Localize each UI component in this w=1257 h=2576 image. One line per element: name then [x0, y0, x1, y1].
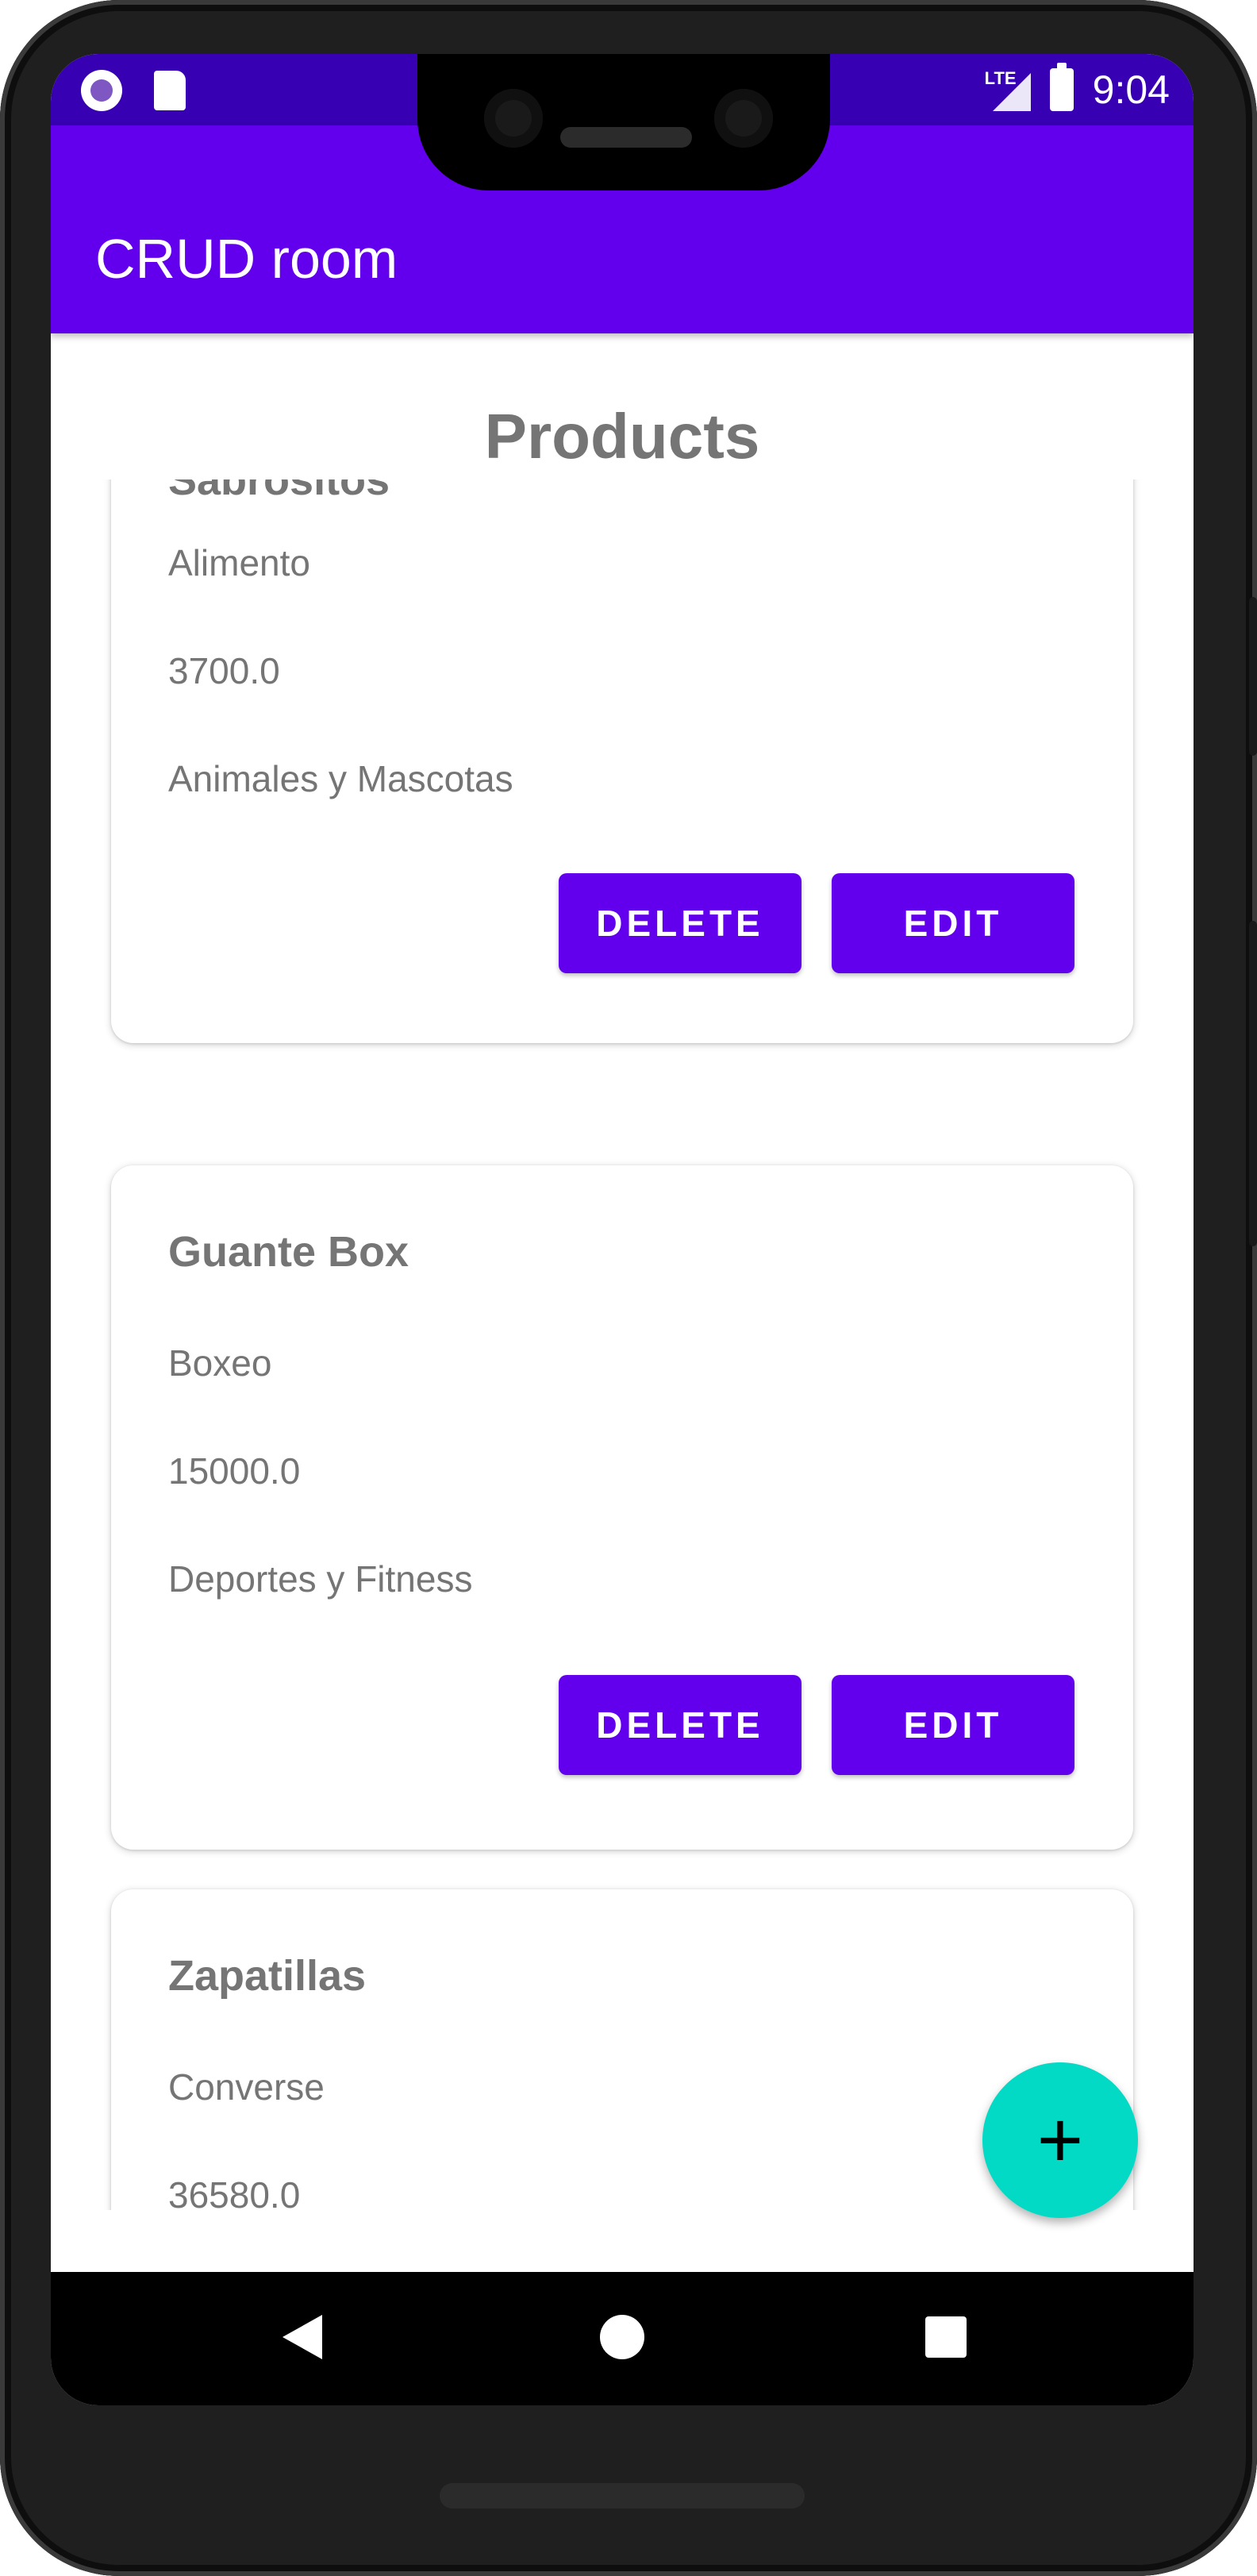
recent-square-icon[interactable] — [925, 2316, 967, 2358]
product-price: 3700.0 — [168, 650, 280, 691]
signal-icon: LTE — [985, 68, 1031, 111]
product-card: Zapatillas Converse 36580.0 — [111, 1889, 1133, 2210]
product-brand: Converse — [168, 2066, 325, 2108]
camera-icon — [484, 89, 543, 148]
add-product-button[interactable]: + — [982, 2062, 1138, 2218]
earpiece — [560, 127, 692, 148]
power-button — [1249, 597, 1257, 756]
back-triangle-icon[interactable] — [283, 2315, 322, 2359]
product-list[interactable]: Sabrositos Alimento 3700.0 Animales y Ma… — [51, 479, 1194, 2210]
sd-card-icon — [154, 71, 186, 110]
notification-icon — [81, 70, 122, 111]
product-category: Deportes y Fitness — [168, 1558, 473, 1600]
product-card: Sabrositos Alimento 3700.0 Animales y Ma… — [111, 479, 1133, 1043]
camera-notch — [417, 54, 830, 191]
navigation-bar — [51, 2272, 1194, 2405]
camera-icon — [714, 89, 773, 148]
product-brand: Alimento — [168, 542, 310, 583]
app-title: CRUD room — [95, 228, 398, 290]
product-brand: Boxeo — [168, 1342, 272, 1384]
edit-button[interactable]: EDIT — [832, 873, 1074, 973]
battery-icon — [1049, 63, 1074, 111]
volume-button — [1249, 921, 1257, 1246]
plus-icon: + — [1036, 2096, 1084, 2185]
delete-button[interactable]: DELETE — [559, 873, 801, 973]
product-name: Guante Box — [168, 1228, 409, 1276]
page-title: Products — [484, 401, 760, 472]
product-card: Guante Box Boxeo 15000.0 Deportes y Fitn… — [111, 1165, 1133, 1850]
screen: LTE 9:04 CRUD room Products Sabrositos A… — [51, 54, 1194, 2405]
edit-button[interactable]: EDIT — [832, 1675, 1074, 1775]
product-price: 15000.0 — [168, 1450, 301, 1492]
status-time: 9:04 — [1092, 67, 1170, 112]
home-circle-icon[interactable] — [600, 2315, 644, 2359]
product-name: Sabrositos — [168, 479, 390, 504]
delete-button[interactable]: DELETE — [559, 1675, 801, 1775]
bottom-speaker — [440, 2483, 805, 2509]
product-category: Animales y Mascotas — [168, 758, 513, 799]
product-price: 36580.0 — [168, 2174, 301, 2210]
product-name: Zapatillas — [168, 1952, 367, 2000]
